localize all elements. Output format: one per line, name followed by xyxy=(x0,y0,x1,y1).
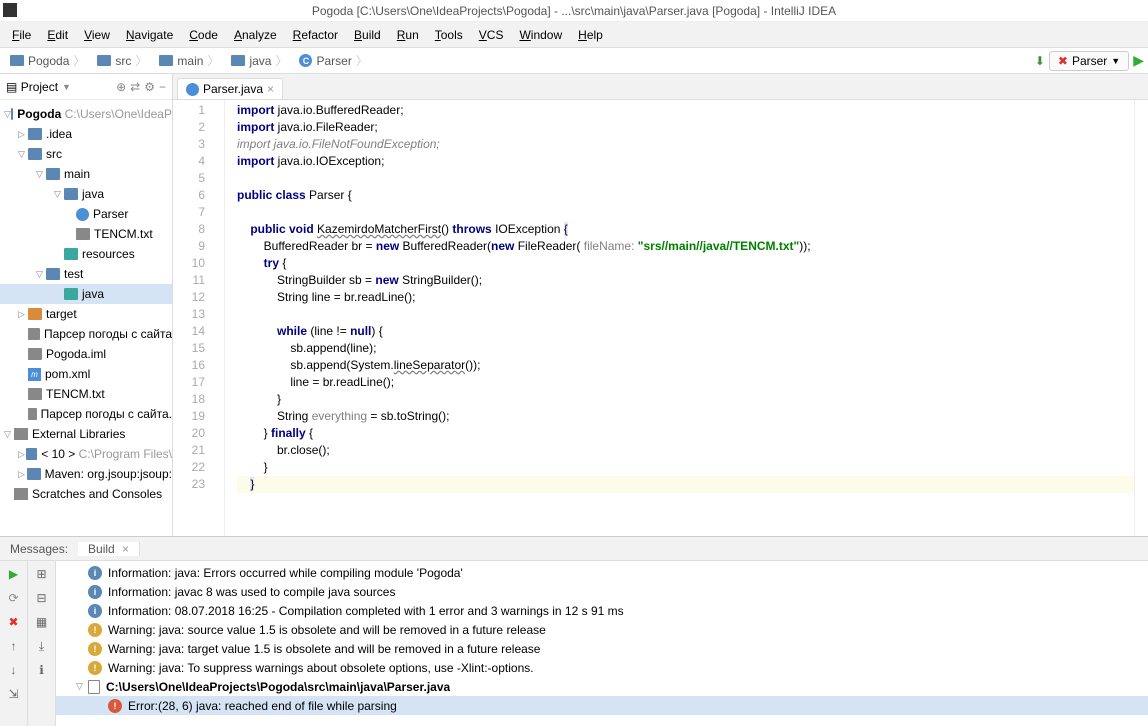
menu-tools[interactable]: Tools xyxy=(427,28,471,42)
tree-pom[interactable]: mpom.xml xyxy=(0,364,172,384)
crumb-src[interactable]: src xyxy=(91,52,153,69)
messages-toolbar: ▶ ⟳ ✖ ↑ ↓ ⇲ xyxy=(0,561,28,726)
messages-list[interactable]: iInformation: java: Errors occurred whil… xyxy=(56,561,1148,726)
tree-test-java[interactable]: java xyxy=(0,284,172,304)
code-editor[interactable]: 1234567891011121314151617181920212223 im… xyxy=(173,100,1148,536)
menu-run[interactable]: Run xyxy=(389,28,427,42)
tree-ext-lib[interactable]: ▽External Libraries xyxy=(0,424,172,444)
messages-panel: Messages: Build × ▶ ⟳ ✖ ↑ ↓ ⇲ ⊞ ⊟ ▦ ⤓ ℹ … xyxy=(0,536,1148,726)
project-tree[interactable]: ▽Pogoda C:\Users\One\IdeaP ▷.idea ▽src ▽… xyxy=(0,100,172,536)
crumb-java[interactable]: java xyxy=(225,52,293,69)
message-row[interactable]: iInformation: 08.07.2018 16:25 - Compila… xyxy=(56,601,1148,620)
tree-root[interactable]: ▽Pogoda C:\Users\One\IdeaP xyxy=(0,104,172,124)
tree-main[interactable]: ▽main xyxy=(0,164,172,184)
build-tab[interactable]: Build × xyxy=(78,542,140,556)
tree-idea[interactable]: ▷.idea xyxy=(0,124,172,144)
app-icon xyxy=(3,3,17,17)
collapse-icon[interactable]: ⊕ xyxy=(116,80,126,94)
nav-breadcrumbs: Pogoda src main java CParser ⬇ ✖ Parser … xyxy=(0,48,1148,74)
menu-view[interactable]: View xyxy=(76,28,118,42)
tree-parser-class[interactable]: Parser xyxy=(0,204,172,224)
message-row[interactable]: !Warning: java: target value 1.5 is obso… xyxy=(56,639,1148,658)
tree-java[interactable]: ▽java xyxy=(0,184,172,204)
autoscroll-button[interactable]: ⤓ xyxy=(33,637,51,655)
crumb-project[interactable]: Pogoda xyxy=(4,52,91,69)
menu-code[interactable]: Code xyxy=(181,28,226,42)
close-tab-icon[interactable]: × xyxy=(267,82,274,96)
menu-refactor[interactable]: Refactor xyxy=(285,28,346,42)
close-icon[interactable]: × xyxy=(119,542,129,556)
project-tool-window: ▤ Project ▼ ⊕ ⇄ ⚙ − ▽Pogoda C:\Users\One… xyxy=(0,74,173,536)
filter-button[interactable]: ▦ xyxy=(33,613,51,631)
message-row[interactable]: !Warning: java: source value 1.5 is obso… xyxy=(56,620,1148,639)
messages-toolbar2: ⊞ ⊟ ▦ ⤓ ℹ xyxy=(28,561,56,726)
line-gutter: 1234567891011121314151617181920212223 xyxy=(173,100,213,536)
fold-gutter[interactable] xyxy=(213,100,225,536)
menu-window[interactable]: Window xyxy=(511,28,570,42)
code-body[interactable]: import java.io.BufferedReader;import jav… xyxy=(225,100,1134,536)
menu-vcs[interactable]: VCS xyxy=(471,28,512,42)
project-view-icon[interactable]: ▤ xyxy=(6,80,17,94)
menu-edit[interactable]: Edit xyxy=(39,28,76,42)
tree-target[interactable]: ▷target xyxy=(0,304,172,324)
menu-help[interactable]: Help xyxy=(570,28,611,42)
hide-icon[interactable]: − xyxy=(159,80,166,94)
tree-resources[interactable]: resources xyxy=(0,244,172,264)
tab-parser[interactable]: Parser.java × xyxy=(177,78,283,99)
message-row[interactable]: iInformation: javac 8 was used to compil… xyxy=(56,582,1148,601)
settings-icon[interactable]: ⇄ xyxy=(130,80,140,94)
tree-iml[interactable]: Pogoda.iml xyxy=(0,344,172,364)
tree-jdk[interactable]: ▷< 10 > C:\Program Files\ xyxy=(0,444,172,464)
menubar: FileEditViewNavigateCodeAnalyzeRefactorB… xyxy=(0,22,1148,48)
tree-maven[interactable]: ▷Maven: org.jsoup:jsoup: xyxy=(0,464,172,484)
message-row[interactable]: ▽C:\Users\One\IdeaProjects\Pogoda\src\ma… xyxy=(56,677,1148,696)
message-row[interactable]: !Warning: java: To suppress warnings abo… xyxy=(56,658,1148,677)
titlebar: Pogoda [C:\Users\One\IdeaProjects\Pogoda… xyxy=(0,0,1148,22)
menu-file[interactable]: File xyxy=(4,28,39,42)
menu-navigate[interactable]: Navigate xyxy=(118,28,181,42)
messages-tabs: Messages: Build × xyxy=(0,537,1148,561)
tree-tencm2[interactable]: TENCM.txt xyxy=(0,384,172,404)
tree-scratches[interactable]: Scratches and Consoles xyxy=(0,484,172,504)
rerun-button[interactable]: ▶ xyxy=(5,565,23,583)
editor-tabs: Parser.java × xyxy=(173,74,1148,100)
collapse-button[interactable]: ⊟ xyxy=(33,589,51,607)
tree-test[interactable]: ▽test xyxy=(0,264,172,284)
expand-button[interactable]: ⊞ xyxy=(33,565,51,583)
build-icon[interactable]: ⬇ xyxy=(1035,54,1045,68)
run-button[interactable]: ▶ xyxy=(1133,52,1144,69)
run-config-selector[interactable]: ✖ Parser ▼ xyxy=(1049,51,1129,71)
crumb-class[interactable]: CParser xyxy=(293,52,373,69)
gear-icon[interactable]: ⚙ xyxy=(144,80,155,94)
crumb-main[interactable]: main xyxy=(153,52,225,69)
project-header: ▤ Project ▼ ⊕ ⇄ ⚙ − xyxy=(0,74,172,100)
error-stripe[interactable] xyxy=(1134,100,1148,536)
export-button[interactable]: ⇲ xyxy=(5,685,23,703)
editor-area: Parser.java × 12345678910111213141516171… xyxy=(173,74,1148,536)
messages-label: Messages: xyxy=(0,542,78,556)
window-title: Pogoda [C:\Users\One\IdeaProjects\Pogoda… xyxy=(312,4,836,18)
menu-build[interactable]: Build xyxy=(346,28,389,42)
menu-analyze[interactable]: Analyze xyxy=(226,28,285,42)
stop-button[interactable]: ⟳ xyxy=(5,589,23,607)
up-button[interactable]: ↑ xyxy=(5,637,23,655)
chevron-down-icon[interactable]: ▼ xyxy=(62,82,71,92)
tree-doc1[interactable]: Парсер погоды с сайта xyxy=(0,324,172,344)
message-row[interactable]: iInformation: java: Errors occurred whil… xyxy=(56,563,1148,582)
class-icon xyxy=(186,83,199,96)
tree-src[interactable]: ▽src xyxy=(0,144,172,164)
error-marker-icon: ✖ xyxy=(1058,54,1068,68)
tree-doc2[interactable]: Парсер погоды с сайта. xyxy=(0,404,172,424)
tree-tencm[interactable]: TENCM.txt xyxy=(0,224,172,244)
chevron-down-icon: ▼ xyxy=(1111,56,1120,66)
pin-button[interactable]: ℹ xyxy=(33,661,51,679)
message-row[interactable]: !Error:(28, 6) java: reached end of file… xyxy=(56,696,1148,715)
close-button[interactable]: ✖ xyxy=(5,613,23,631)
down-button[interactable]: ↓ xyxy=(5,661,23,679)
